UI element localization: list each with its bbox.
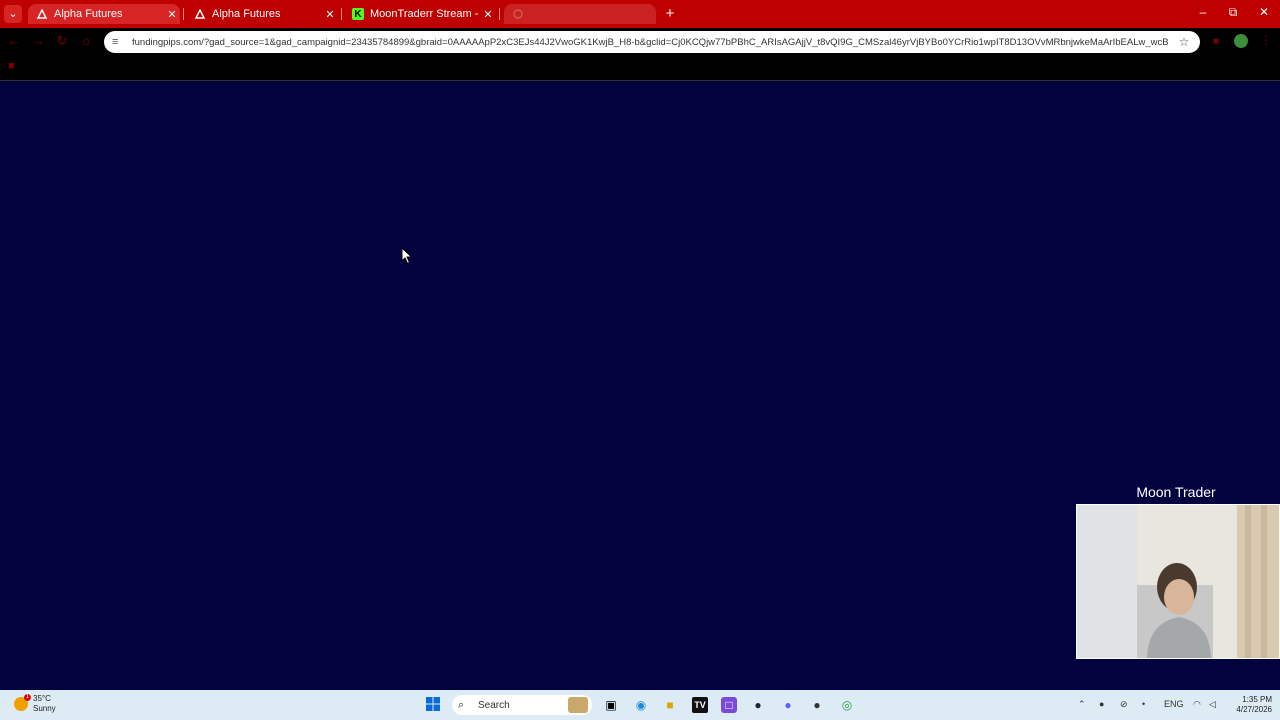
network-off-icon[interactable]: ⊘ bbox=[1120, 699, 1128, 710]
alpha-futures-icon bbox=[194, 8, 206, 20]
profile-avatar[interactable] bbox=[1234, 34, 1248, 48]
clock-date: 4/27/2026 bbox=[1236, 705, 1272, 714]
tab-title: Alpha Futures bbox=[54, 8, 123, 20]
new-tab-button[interactable]: + bbox=[662, 6, 678, 22]
close-tab-icon[interactable]: ✕ bbox=[480, 8, 496, 21]
restore-icon[interactable]: ⧉ bbox=[1223, 5, 1243, 20]
bookmarks-bar: ■ bbox=[0, 56, 1280, 81]
tab-loading[interactable] bbox=[504, 4, 656, 24]
task-view-icon[interactable]: ▣ bbox=[603, 697, 619, 713]
tab-search-button[interactable]: ⌄ bbox=[4, 5, 22, 23]
sun-icon: 1 bbox=[14, 694, 31, 711]
search-highlight-icon[interactable] bbox=[568, 697, 588, 713]
steam-icon[interactable]: ● bbox=[750, 697, 766, 713]
weather-description: Sunny bbox=[33, 704, 56, 713]
address-bar[interactable]: ≡ fundingpips.com/?gad_source=1&gad_camp… bbox=[104, 31, 1200, 53]
bookmark-folder-icon[interactable]: ■ bbox=[8, 60, 20, 72]
minimize-icon[interactable]: – bbox=[1193, 5, 1213, 19]
volume-icon[interactable]: ◁ bbox=[1209, 699, 1216, 710]
bookmark-star-icon[interactable]: ☆ bbox=[1176, 35, 1192, 49]
home-icon[interactable]: ⌂ bbox=[78, 33, 94, 49]
windows-taskbar: 1 35°C Sunny ⌕ Search ▣ ◉ ■ TV □ ● ● ● ◎… bbox=[0, 690, 1280, 720]
streamer-name-label: Moon Trader bbox=[1136, 484, 1216, 500]
url-text[interactable]: fundingpips.com/?gad_source=1&gad_campai… bbox=[132, 37, 1176, 48]
show-hidden-icons[interactable]: ⌃ bbox=[1078, 699, 1086, 710]
webcam-feed bbox=[1076, 504, 1280, 659]
chrome-icon[interactable]: ◎ bbox=[839, 697, 855, 713]
kick-icon: K bbox=[352, 8, 364, 20]
alpha-futures-icon bbox=[36, 8, 48, 20]
close-window-icon[interactable]: ✕ bbox=[1254, 5, 1274, 19]
system-clock[interactable]: 1:35 PM 4/27/2026 bbox=[1228, 695, 1272, 715]
discord-icon[interactable]: ● bbox=[780, 697, 796, 713]
tab-title: Alpha Futures bbox=[212, 8, 281, 20]
search-icon: ⌕ bbox=[458, 698, 465, 711]
extension-icon[interactable]: ■ bbox=[1210, 36, 1222, 48]
close-tab-icon[interactable]: ✕ bbox=[164, 8, 180, 21]
wifi-icon[interactable]: ◠ bbox=[1193, 699, 1201, 710]
loading-icon bbox=[512, 8, 524, 20]
edge-icon[interactable]: ◉ bbox=[633, 697, 649, 713]
notification-badge: 1 bbox=[24, 694, 31, 701]
tab-strip: ⌄ Alpha Futures ✕ Alpha Futures ✕ K Moon… bbox=[0, 0, 1280, 28]
file-explorer-icon[interactable]: ■ bbox=[662, 697, 678, 713]
tab-alpha-futures-1[interactable]: Alpha Futures ✕ bbox=[28, 4, 180, 24]
tray-app-icon[interactable]: ● bbox=[1099, 699, 1104, 709]
language-indicator[interactable]: ENG bbox=[1164, 699, 1184, 709]
tab-alpha-futures-2[interactable]: Alpha Futures ✕ bbox=[186, 4, 338, 24]
tab-separator bbox=[341, 8, 342, 20]
tab-title: MoonTraderr Stream - Watch Li bbox=[370, 8, 480, 20]
microphone-icon[interactable]: • bbox=[1142, 699, 1145, 709]
weather-widget[interactable]: 1 35°C Sunny bbox=[14, 694, 56, 714]
tab-separator bbox=[183, 8, 184, 20]
clock-time: 1:35 PM bbox=[1242, 695, 1272, 704]
menu-icon[interactable]: ⋮ bbox=[1260, 33, 1272, 47]
forward-icon[interactable]: → bbox=[30, 33, 46, 49]
back-icon[interactable]: ← bbox=[6, 33, 22, 49]
tab-moontraderr-stream[interactable]: K MoonTraderr Stream - Watch Li ✕ bbox=[344, 4, 496, 24]
close-tab-icon[interactable]: ✕ bbox=[322, 8, 338, 21]
tradingview-icon[interactable]: TV bbox=[692, 697, 708, 713]
site-info-icon[interactable]: ≡ bbox=[112, 36, 126, 48]
twitch-icon[interactable]: □ bbox=[721, 697, 737, 713]
tab-separator bbox=[499, 8, 500, 20]
search-label: Search bbox=[478, 699, 510, 711]
app-icon[interactable]: ● bbox=[809, 697, 825, 713]
weather-temperature: 35°C bbox=[33, 694, 51, 703]
reload-icon[interactable]: ↻ bbox=[54, 33, 70, 49]
windows-start-icon[interactable] bbox=[425, 697, 441, 713]
